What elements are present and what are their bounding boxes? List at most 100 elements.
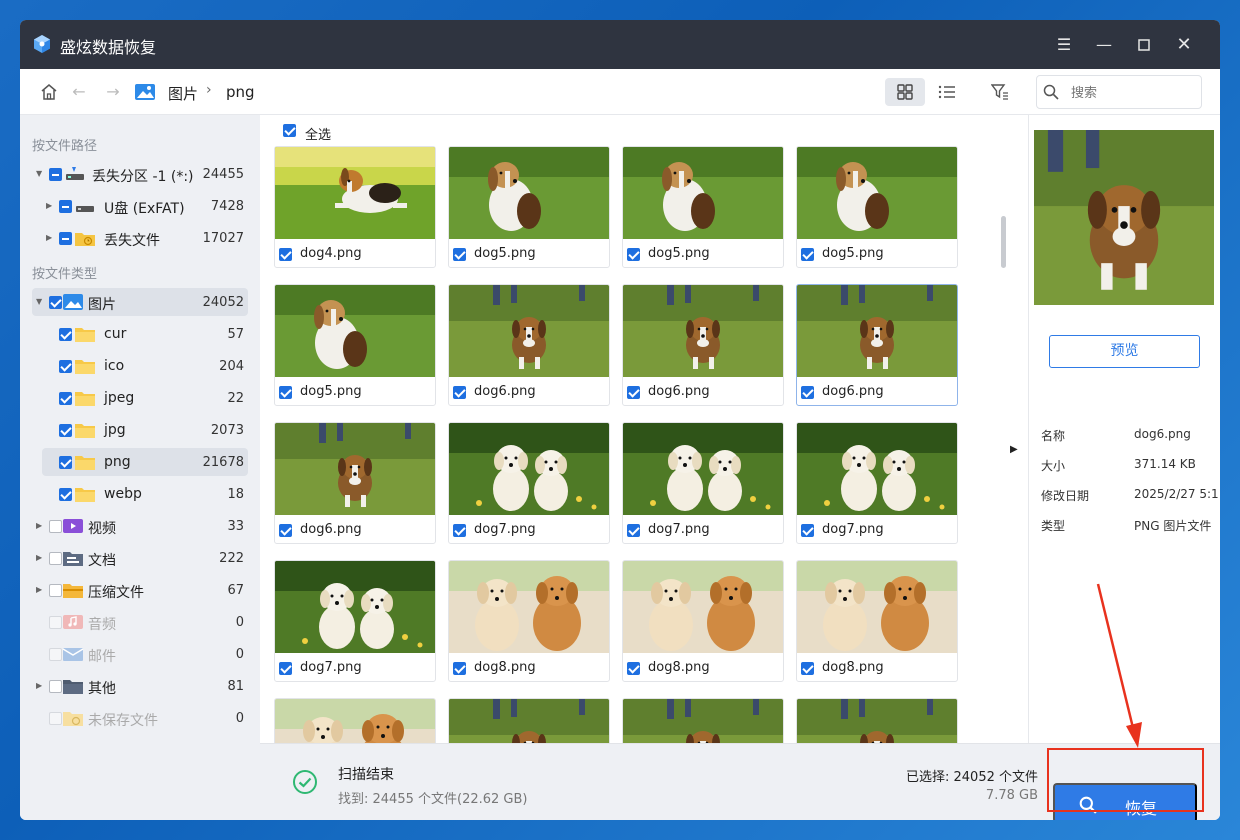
grid-view-button[interactable] [885, 78, 925, 106]
checkbox[interactable] [59, 232, 72, 245]
file-card[interactable]: dog4.png [274, 146, 436, 268]
select-all-checkbox[interactable] [283, 124, 296, 137]
tree-item-archives[interactable]: ▶ 压缩文件 67 [32, 576, 248, 604]
file-checkbox[interactable] [627, 248, 640, 261]
checkbox[interactable] [49, 584, 62, 597]
tree-item-other[interactable]: ▶ 其他 81 [32, 672, 248, 700]
file-name: dog8.png [648, 660, 710, 675]
file-card[interactable]: dog8.png [448, 560, 610, 682]
checkbox[interactable] [49, 648, 62, 661]
checkbox[interactable] [49, 552, 62, 565]
expand-right-icon[interactable]: ▶ [36, 553, 42, 562]
file-checkbox[interactable] [801, 386, 814, 399]
file-card[interactable]: dog5.png [796, 146, 958, 268]
search-box[interactable] [1036, 75, 1202, 109]
file-card[interactable] [622, 698, 784, 743]
file-checkbox[interactable] [279, 524, 292, 537]
file-thumbnail [623, 699, 783, 743]
expand-right-icon[interactable]: ▶ [36, 585, 42, 594]
checkbox[interactable] [49, 712, 62, 725]
file-card[interactable]: dog6.png [274, 422, 436, 544]
file-checkbox[interactable] [627, 386, 640, 399]
file-card[interactable]: dog7.png [796, 422, 958, 544]
expand-right-icon[interactable]: ▶ [46, 201, 52, 210]
breadcrumb-png[interactable]: png [226, 83, 255, 101]
file-checkbox[interactable] [801, 248, 814, 261]
file-checkbox[interactable] [453, 248, 466, 261]
checkbox[interactable] [59, 488, 72, 501]
maximize-button[interactable] [1129, 30, 1159, 60]
file-card[interactable]: dog7.png [448, 422, 610, 544]
breadcrumb-pictures[interactable]: 图片 [168, 83, 198, 104]
file-card[interactable]: dog5.png [274, 284, 436, 406]
file-card[interactable]: dog7.png [622, 422, 784, 544]
checkbox[interactable] [59, 456, 72, 469]
tree-item-audio[interactable]: 音频 0 [32, 608, 248, 636]
checkbox[interactable] [49, 296, 62, 309]
file-card[interactable]: dog5.png [448, 146, 610, 268]
tree-item-usb-drive[interactable]: ▶ U盘 (ExFAT) 7428 [32, 192, 248, 220]
file-card[interactable] [448, 698, 610, 743]
file-checkbox[interactable] [627, 524, 640, 537]
menu-icon[interactable]: ☰ [1049, 30, 1079, 60]
select-all-label[interactable]: 全选 [305, 124, 331, 143]
tree-item-video[interactable]: ▶ 视频 33 [32, 512, 248, 540]
file-card[interactable]: dog5.png [622, 146, 784, 268]
expand-down-icon[interactable]: ▼ [36, 297, 42, 306]
file-card[interactable]: dog7.png [274, 560, 436, 682]
tree-item-pictures[interactable]: ▼ 图片 24052 [32, 288, 248, 316]
tree-item-png[interactable]: png 21678 [42, 448, 248, 476]
file-checkbox[interactable] [801, 524, 814, 537]
checkbox[interactable] [59, 424, 72, 437]
preview-button[interactable]: 预览 [1049, 335, 1200, 368]
tree-item-email[interactable]: 邮件 0 [32, 640, 248, 668]
filter-button[interactable] [980, 78, 1020, 106]
forward-arrow-icon[interactable]: → [102, 81, 124, 103]
list-view-button[interactable] [927, 78, 967, 106]
file-checkbox[interactable] [801, 662, 814, 675]
tree-item-lost-files[interactable]: ▶ 丢失文件 17027 [32, 224, 248, 252]
back-arrow-icon[interactable]: ← [68, 81, 90, 103]
scrollbar-thumb[interactable] [1001, 216, 1006, 268]
checkbox[interactable] [59, 328, 72, 341]
checkbox[interactable] [49, 680, 62, 693]
checkbox[interactable] [49, 520, 62, 533]
expand-right-icon[interactable]: ▶ [36, 681, 42, 690]
file-checkbox[interactable] [453, 524, 466, 537]
file-card[interactable]: dog8.png [796, 560, 958, 682]
checkbox[interactable] [59, 360, 72, 373]
file-card[interactable] [796, 698, 958, 743]
file-card[interactable]: dog6.png [448, 284, 610, 406]
tree-item-lost-partition[interactable]: ▼ 丢失分区 -1 (*:) 24455 [32, 160, 248, 188]
tree-item-documents[interactable]: ▶ 文档 222 [32, 544, 248, 572]
file-checkbox[interactable] [279, 248, 292, 261]
checkbox[interactable] [59, 392, 72, 405]
tree-item-jpg[interactable]: jpg 2073 [32, 416, 248, 444]
home-icon[interactable] [38, 81, 60, 103]
checkbox[interactable] [59, 200, 72, 213]
file-checkbox[interactable] [279, 662, 292, 675]
tree-item-unsaved[interactable]: 未保存文件 0 [32, 704, 248, 732]
checkbox[interactable] [49, 616, 62, 629]
tree-item-cur[interactable]: cur 57 [32, 320, 248, 348]
close-button[interactable]: ✕ [1169, 30, 1199, 60]
expand-right-icon[interactable]: ▶ [36, 521, 42, 530]
search-input[interactable] [1071, 82, 1191, 104]
expand-down-icon[interactable]: ▼ [36, 169, 42, 178]
file-card[interactable]: dog6.png [622, 284, 784, 406]
tree-item-jpeg[interactable]: jpeg 22 [32, 384, 248, 412]
file-card[interactable]: dog6.png [796, 284, 958, 406]
tree-item-ico[interactable]: ico 204 [32, 352, 248, 380]
minimize-button[interactable]: — [1089, 30, 1119, 60]
file-card[interactable] [274, 698, 436, 743]
tree-item-webp[interactable]: webp 18 [32, 480, 248, 508]
expand-right-icon[interactable]: ▶ [46, 233, 52, 242]
file-checkbox[interactable] [279, 386, 292, 399]
checkbox[interactable] [49, 168, 62, 181]
email-icon [62, 648, 84, 661]
collapse-panel-icon[interactable]: ▶ [1010, 444, 1018, 455]
file-checkbox[interactable] [453, 386, 466, 399]
file-checkbox[interactable] [627, 662, 640, 675]
file-card[interactable]: dog8.png [622, 560, 784, 682]
file-checkbox[interactable] [453, 662, 466, 675]
